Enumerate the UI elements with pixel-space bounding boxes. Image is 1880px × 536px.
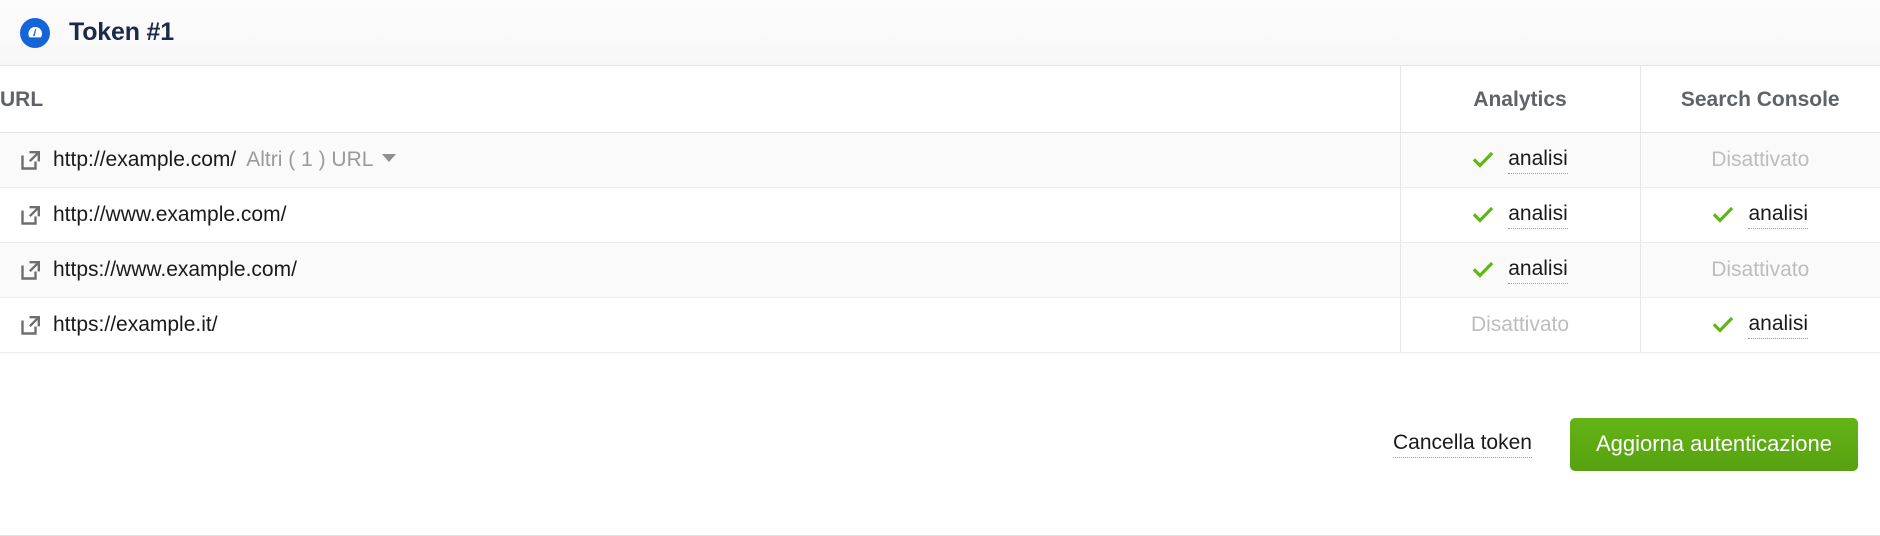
search-console-enabled-label[interactable]: analisi xyxy=(1748,312,1809,339)
external-link-icon xyxy=(20,259,42,281)
table-row: http://example.com/Altri ( 1 ) URL analis… xyxy=(0,132,1880,188)
url-link[interactable]: http://www.example.com/ xyxy=(53,203,286,227)
check-icon xyxy=(1472,149,1494,171)
url-link[interactable]: http://example.com/ xyxy=(53,148,236,172)
url-token-table: URL Analytics Search Console http://exam… xyxy=(0,66,1880,353)
check-icon xyxy=(1472,204,1494,226)
table-row: https://www.example.com/analisi Disattiva… xyxy=(0,242,1880,298)
delete-token-button[interactable]: Cancella token xyxy=(1393,431,1532,458)
analytics-enabled-label[interactable]: analisi xyxy=(1508,202,1568,229)
analytics-enabled-label[interactable]: analisi xyxy=(1508,147,1568,174)
search-console-enabled-label[interactable]: analisi xyxy=(1748,202,1809,229)
analytics-cell: analisi xyxy=(1399,132,1640,188)
external-link-icon xyxy=(20,149,42,171)
gauge-icon xyxy=(20,17,50,48)
url-link[interactable]: https://www.example.com/ xyxy=(53,258,297,282)
external-link-icon xyxy=(20,204,42,226)
analytics-cell: analisi xyxy=(1399,187,1640,243)
search-console-cell: Disattivato xyxy=(1639,132,1880,188)
token-panel: Token #1 URL Analytics Search Console ht… xyxy=(0,0,1880,536)
panel-header: Token #1 xyxy=(0,0,1880,66)
page-title: Token #1 xyxy=(69,18,174,46)
table-body: http://example.com/Altri ( 1 ) URL analis… xyxy=(0,132,1880,353)
check-icon xyxy=(1472,259,1494,281)
table-head: URL Analytics Search Console xyxy=(0,66,1880,133)
chevron-down-icon[interactable] xyxy=(382,154,397,162)
url-cell: https://example.it/ xyxy=(0,297,1400,353)
table-header-row: URL Analytics Search Console xyxy=(0,66,1880,133)
analytics-enabled-label[interactable]: analisi xyxy=(1508,257,1568,284)
column-header-analytics: Analytics xyxy=(1399,66,1640,133)
search-console-cell: Disattivato xyxy=(1639,242,1880,298)
table-row: https://example.it/Disattivato analisi xyxy=(0,297,1880,353)
search-console-disabled-label: Disattivato xyxy=(1711,148,1810,171)
column-header-url: URL xyxy=(0,66,1400,133)
table-row: http://www.example.com/analisi analisi xyxy=(0,187,1880,243)
check-icon xyxy=(1712,314,1734,336)
url-cell: http://example.com/Altri ( 1 ) URL xyxy=(0,132,1400,188)
search-console-disabled-label: Disattivato xyxy=(1711,258,1810,281)
external-link-icon xyxy=(20,314,42,336)
panel-footer: Cancella token Aggiorna autenticazione xyxy=(0,353,1880,535)
column-header-search-console: Search Console xyxy=(1639,66,1880,133)
url-cell: https://www.example.com/ xyxy=(0,242,1400,298)
analytics-cell: analisi xyxy=(1399,242,1640,298)
analytics-cell: Disattivato xyxy=(1399,297,1640,353)
more-urls-label[interactable]: Altri ( 1 ) URL xyxy=(246,148,373,172)
update-authentication-button[interactable]: Aggiorna autenticazione xyxy=(1569,417,1858,471)
search-console-cell: analisi xyxy=(1639,187,1880,243)
analytics-disabled-label: Disattivato xyxy=(1470,313,1570,336)
url-link[interactable]: https://example.it/ xyxy=(53,313,218,337)
check-icon xyxy=(1712,204,1734,226)
url-cell: http://www.example.com/ xyxy=(0,187,1400,243)
search-console-cell: analisi xyxy=(1639,297,1880,353)
